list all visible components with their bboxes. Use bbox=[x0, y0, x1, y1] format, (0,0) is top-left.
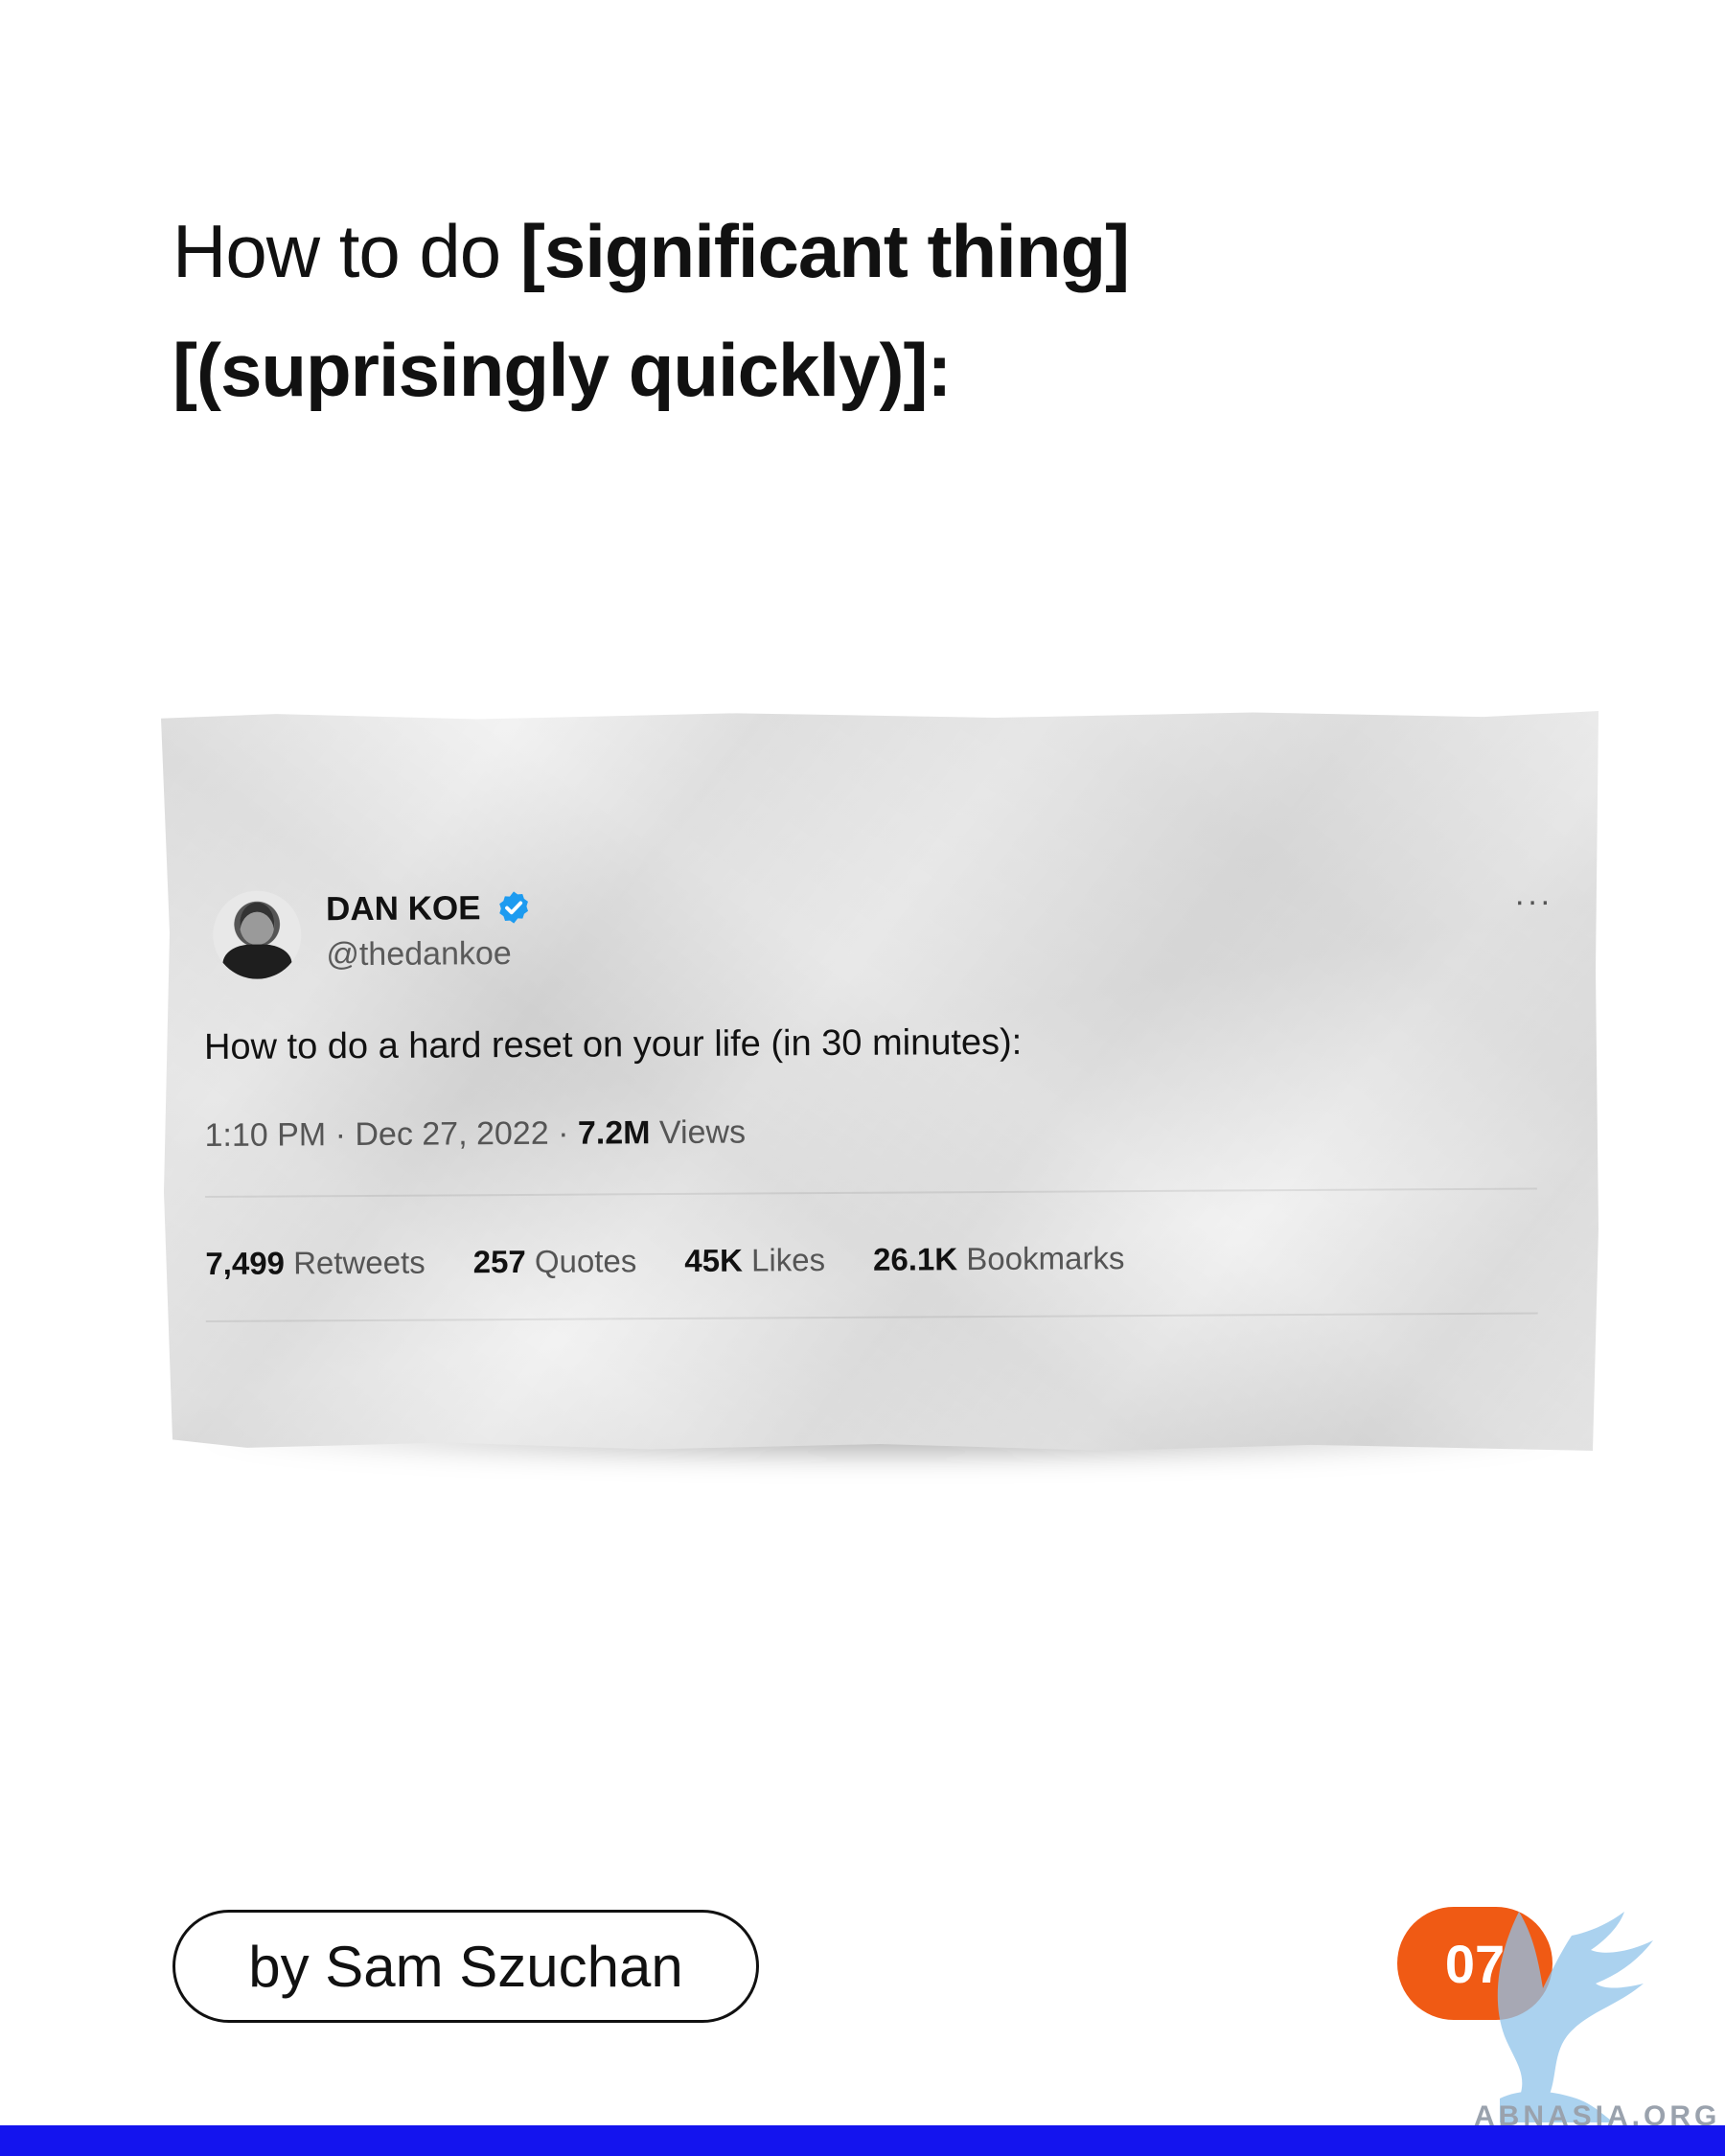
author-name[interactable]: DAN KOE bbox=[326, 889, 481, 929]
tweet-text: How to do a hard reset on your life (in … bbox=[203, 1021, 1023, 1067]
views-count: 7.2M bbox=[577, 1114, 651, 1152]
quotes-count: 257 bbox=[472, 1243, 526, 1280]
verified-badge-icon bbox=[499, 891, 529, 924]
retweets-count: 7,499 bbox=[205, 1245, 286, 1281]
tweet-meta: 1:10 PM · Dec 27, 2022 · 7.2M Views bbox=[204, 1114, 746, 1155]
bookmarks-stat[interactable]: 26.1K Bookmarks bbox=[873, 1240, 1125, 1278]
retweets-label: Retweets bbox=[293, 1244, 426, 1281]
headline-prefix: How to do bbox=[172, 209, 520, 293]
retweets-stat[interactable]: 7,499 Retweets bbox=[205, 1245, 426, 1282]
meta-separator: · bbox=[334, 1116, 356, 1154]
tweet-stats: 7,499 Retweets 257 Quotes 45K Likes 26.1… bbox=[205, 1240, 1124, 1282]
likes-count: 45K bbox=[684, 1242, 743, 1278]
author-handle[interactable]: @thedankoe bbox=[326, 935, 512, 974]
likes-label: Likes bbox=[750, 1242, 826, 1278]
tweet-time[interactable]: 1:10 PM bbox=[204, 1116, 326, 1154]
meta-separator: · bbox=[558, 1114, 579, 1152]
headline: How to do [significant thing] [(suprisin… bbox=[172, 192, 1418, 429]
quotes-label: Quotes bbox=[534, 1243, 637, 1279]
bookmarks-count: 26.1K bbox=[872, 1241, 958, 1277]
likes-stat[interactable]: 45K Likes bbox=[684, 1242, 825, 1279]
more-options-icon[interactable]: ··· bbox=[1514, 883, 1552, 920]
crumpled-paper bbox=[161, 711, 1598, 1451]
avatar[interactable] bbox=[212, 890, 302, 979]
byline-pill: by Sam Szuchan bbox=[172, 1910, 759, 2023]
views-label: Views bbox=[658, 1113, 747, 1152]
bottom-bar bbox=[0, 2125, 1725, 2156]
quotes-stat[interactable]: 257 Quotes bbox=[473, 1243, 637, 1280]
griffin-logo-icon bbox=[1497, 1912, 1653, 2122]
headline-bold-1: [significant thing] bbox=[519, 209, 1130, 293]
headline-bold-2: [(suprisingly quickly)]: bbox=[172, 328, 952, 412]
bookmarks-label: Bookmarks bbox=[966, 1240, 1125, 1277]
tweet-date[interactable]: Dec 27, 2022 bbox=[355, 1115, 548, 1153]
